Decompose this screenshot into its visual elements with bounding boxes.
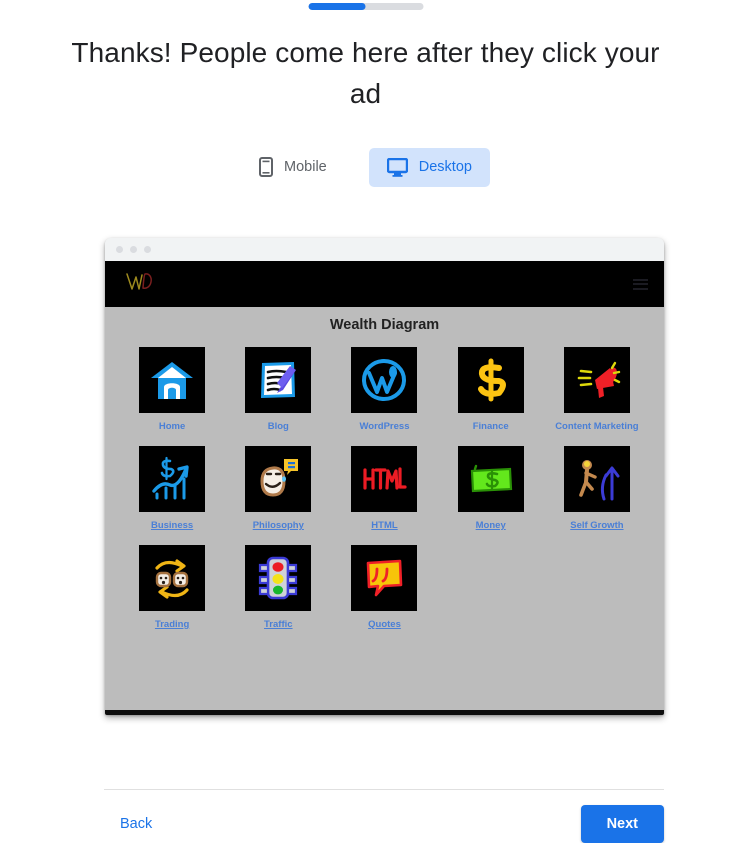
next-button[interactable]: Next	[580, 805, 664, 843]
growth-chart-icon[interactable]	[139, 446, 206, 512]
category-link[interactable]: HTML	[371, 520, 397, 531]
site-body: Wealth Diagram Home Blog WordPress Finan…	[105, 307, 664, 715]
category-cell: WordPress	[331, 347, 437, 432]
progress-bar-fill	[308, 3, 366, 10]
category-cell: Content Marketing	[544, 347, 650, 432]
browser-title-bar	[105, 238, 664, 261]
hamburger-menu-icon[interactable]	[633, 278, 648, 290]
category-cell: Money	[438, 446, 544, 531]
category-cell: HTML	[331, 446, 437, 531]
traffic-light-icon[interactable]	[245, 545, 312, 611]
megaphone-icon[interactable]	[563, 347, 630, 413]
quote-marks-icon[interactable]	[351, 545, 418, 611]
html-text-icon[interactable]	[351, 446, 418, 512]
category-link[interactable]: Home	[159, 421, 185, 432]
category-cell: Philosophy	[225, 446, 331, 531]
tab-desktop[interactable]: Desktop	[368, 147, 490, 187]
banknote-icon[interactable]	[457, 446, 524, 512]
mobile-phone-icon	[259, 157, 274, 177]
site-header	[105, 261, 664, 307]
person-arrow-up-icon[interactable]	[563, 446, 630, 512]
desktop-monitor-icon	[386, 157, 408, 177]
site-heading: Wealth Diagram	[329, 317, 440, 333]
back-button[interactable]: Back	[104, 808, 168, 840]
category-link[interactable]: Philosophy	[253, 520, 304, 531]
browser-frame-base	[105, 710, 664, 715]
device-toggle-group: Mobile Desktop	[0, 147, 731, 187]
category-link[interactable]: Self Growth	[570, 520, 623, 531]
category-link[interactable]: WordPress	[360, 421, 410, 432]
category-link[interactable]: Blog	[268, 421, 289, 432]
category-link[interactable]: Business	[151, 520, 193, 531]
progress-bar	[308, 3, 423, 10]
window-maximize-dot-icon	[144, 246, 151, 253]
category-link[interactable]: Traffic	[264, 619, 293, 630]
window-close-dot-icon	[116, 246, 123, 253]
category-cell: Blog	[225, 347, 331, 432]
category-link[interactable]: Quotes	[368, 619, 401, 630]
category-cell: Quotes	[331, 545, 437, 630]
category-cell: Home	[119, 347, 225, 432]
footer-divider	[104, 789, 664, 790]
landing-page-preview: Wealth Diagram Home Blog WordPress Finan…	[105, 238, 664, 715]
category-cell: Self Growth	[544, 446, 650, 531]
category-cell: Finance	[438, 347, 544, 432]
thinking-face-icon[interactable]	[245, 446, 312, 512]
category-cell: Trading	[119, 545, 225, 630]
tab-mobile-label: Mobile	[284, 159, 327, 175]
page-title: Thanks! People come here after they clic…	[71, 37, 660, 109]
category-cell: Traffic	[225, 545, 331, 630]
tab-desktop-label: Desktop	[418, 159, 472, 175]
notepad-pen-icon[interactable]	[245, 347, 312, 413]
category-link[interactable]: Trading	[155, 619, 189, 630]
category-link[interactable]: Finance	[473, 421, 509, 432]
category-link[interactable]: Money	[476, 520, 506, 531]
category-link[interactable]: Content Marketing	[555, 421, 638, 432]
house-icon[interactable]	[139, 347, 206, 413]
dollar-sign-icon[interactable]	[457, 347, 524, 413]
exchange-faces-icon[interactable]	[139, 545, 206, 611]
window-minimize-dot-icon	[130, 246, 137, 253]
site-logo-wd-icon[interactable]	[125, 269, 155, 300]
tab-mobile[interactable]: Mobile	[241, 147, 345, 187]
footer-nav: Back Next	[104, 805, 664, 843]
category-cell: Business	[119, 446, 225, 531]
category-icon-grid: Home Blog WordPress Finance Content Mark…	[105, 347, 664, 630]
wordpress-icon[interactable]	[351, 347, 418, 413]
